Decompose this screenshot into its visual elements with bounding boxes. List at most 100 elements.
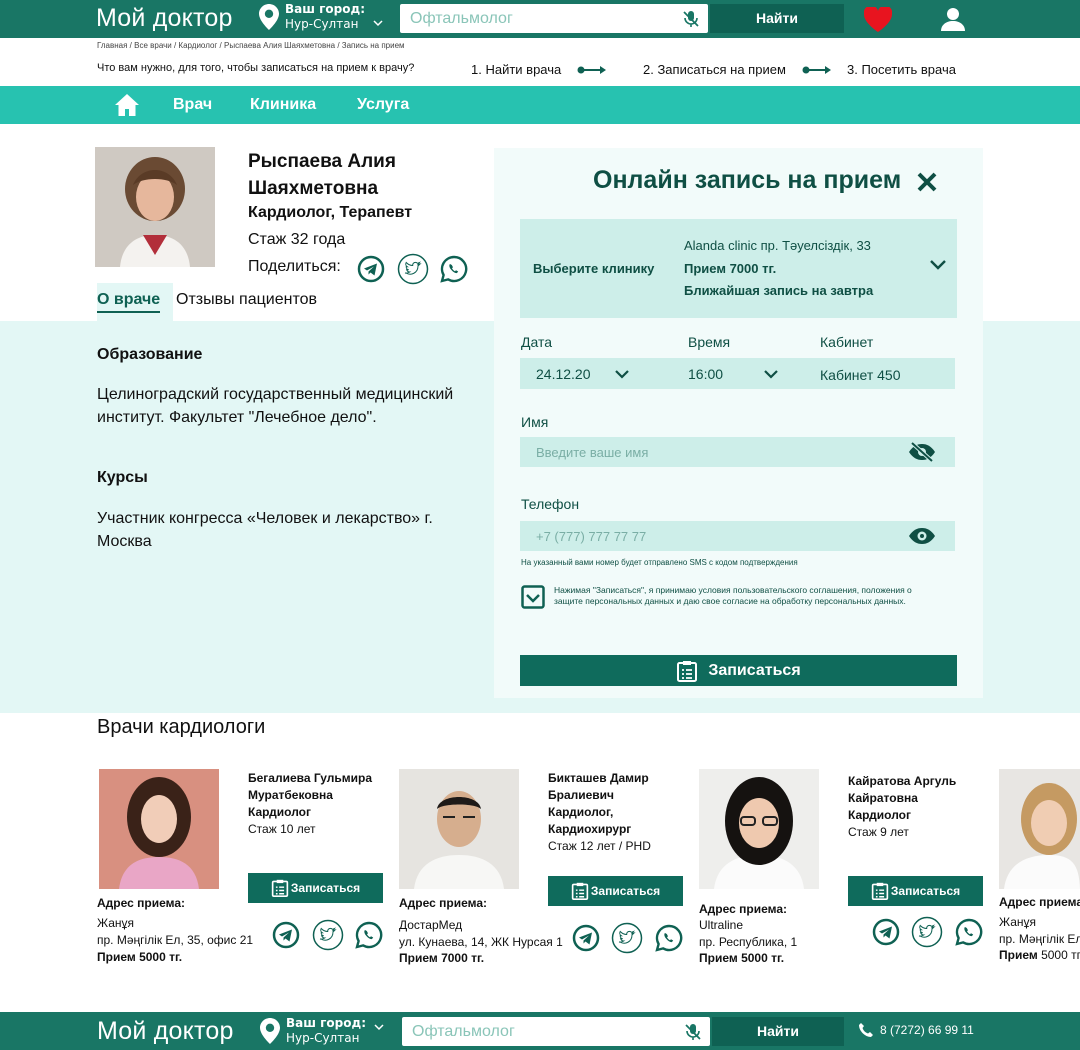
breadcrumb[interactable]: Главная / Все врачи / Кардиолог / Рыспае…	[97, 41, 405, 50]
whatsapp-icon[interactable]	[955, 918, 983, 946]
clipboard-icon	[871, 882, 889, 900]
city-value: Нур-Султан	[285, 17, 359, 31]
name-label: Имя	[521, 414, 549, 430]
card-book-label: Записаться	[590, 884, 661, 898]
doctor-specialty: Кардиолог, Терапевт	[248, 204, 413, 221]
city-selector[interactable]: Ваш город: Нур-Султан	[259, 2, 383, 32]
clinic-select-label: Выберите клинику	[533, 261, 655, 276]
main-nav: Врач Клиника Услуга	[0, 86, 1080, 124]
card-price: Прием 7000 тг.	[399, 951, 485, 965]
card-address: ул. Кунаева, 14, ЖК Нурсая 1	[399, 935, 563, 949]
share-label: Поделиться:	[248, 258, 341, 275]
card-doctor-name[interactable]: Кайратова Аргуль Кайратовна Кардиолог	[848, 773, 978, 824]
card-clinic: Ultraline	[699, 918, 744, 932]
chevron-down-icon	[374, 1024, 384, 1031]
card-doctor-exp: Стаж 9 лет	[848, 825, 909, 839]
heart-icon[interactable]	[864, 7, 892, 32]
footer-phone[interactable]: 8 (7272) 66 99 11	[858, 1022, 974, 1038]
chevron-down-icon[interactable]	[929, 259, 947, 271]
eye-icon[interactable]	[907, 525, 937, 547]
card-clinic: Жанұя	[97, 916, 135, 930]
phone-input[interactable]	[520, 521, 900, 551]
footer-city-selector[interactable]: Ваш город: Нур-Султан	[260, 1016, 384, 1046]
nav-service[interactable]: Услуга	[357, 96, 409, 114]
twitter-icon[interactable]	[911, 916, 943, 948]
phone-icon	[859, 1023, 873, 1037]
twitter-icon[interactable]	[397, 253, 429, 285]
clipboard-icon	[677, 660, 698, 682]
doctor-portrait-icon	[99, 769, 219, 889]
date-label: Дата	[521, 334, 553, 350]
search-input[interactable]	[400, 4, 670, 33]
footer-bar: Мой доктор Ваш город: Нур-Султан Найти 8…	[0, 1012, 1080, 1050]
footer-logo[interactable]: Мой доктор	[97, 1017, 234, 1046]
card-address-label: Адрес приема:	[399, 896, 487, 910]
chevron-down-icon[interactable]	[614, 369, 630, 379]
agreement-checkbox[interactable]	[521, 585, 545, 609]
card-address-label: Адрес приема:	[97, 896, 185, 910]
telegram-icon[interactable]	[872, 918, 900, 946]
doctor-card-photo[interactable]	[699, 769, 819, 889]
name-input[interactable]	[520, 437, 900, 467]
doctor-card-photo[interactable]	[999, 769, 1080, 889]
doctor-card-photo[interactable]	[99, 769, 219, 889]
doctor-card-photo[interactable]	[399, 769, 519, 889]
steps-question: Что вам нужно, для того, чтобы записатьс…	[97, 62, 415, 74]
card-book-button[interactable]: Записаться	[848, 876, 983, 906]
clinic-address: Alanda clinic пр. Тәуелсіздік, 33	[684, 238, 871, 253]
tab-about[interactable]: О враче	[97, 283, 173, 321]
mic-off-icon[interactable]	[682, 10, 700, 28]
card-doctor-name[interactable]: Бикташев Дамир Бралиевич Кардиолог, Кард…	[548, 770, 678, 838]
twitter-icon[interactable]	[312, 919, 344, 951]
whatsapp-icon[interactable]	[355, 921, 383, 949]
user-icon[interactable]	[941, 7, 965, 31]
card-price: Прием 5000 тг.	[699, 951, 785, 965]
phone-field-wrap	[520, 521, 955, 551]
card-clinic: Жанұя	[999, 915, 1037, 929]
chevron-down-icon	[373, 20, 383, 27]
footer-find-button[interactable]: Найти	[712, 1017, 844, 1046]
logo[interactable]: Мой доктор	[96, 4, 233, 33]
time-select[interactable]: 16:00	[688, 366, 723, 382]
card-doctor-name[interactable]: Бегалиева Гульмира Муратбековна Кардиоло…	[248, 770, 378, 821]
close-icon[interactable]	[916, 171, 938, 193]
footer-search-input[interactable]	[402, 1017, 672, 1046]
clipboard-icon	[271, 879, 289, 897]
tab-about-label: О враче	[97, 291, 161, 313]
doctor-portrait-icon	[699, 769, 819, 889]
card-doctor-exp: Стаж 10 лет	[248, 822, 316, 836]
footer-city-value: Нур-Султан	[286, 1031, 360, 1045]
card-clinic: ДостарМед	[399, 918, 463, 932]
phone-label: Телефон	[521, 496, 580, 512]
agreement-text: Нажимая "Записаться", я принимаю условия…	[554, 585, 912, 606]
nav-doctor[interactable]: Врач	[173, 96, 212, 114]
whatsapp-icon[interactable]	[655, 924, 683, 952]
card-price: Прием 5000 тг.	[999, 948, 1080, 962]
eye-off-icon[interactable]	[907, 441, 937, 463]
doctor-portrait-icon	[399, 769, 519, 889]
card-address-label: Адрес приема:	[699, 902, 787, 916]
doctor-portrait-icon	[95, 147, 215, 267]
card-address: пр. Мәңгілік Ел, 35, офис 21	[97, 933, 254, 947]
card-address-label: Адрес приема:	[999, 895, 1080, 909]
chevron-down-icon[interactable]	[763, 369, 779, 379]
telegram-icon[interactable]	[272, 921, 300, 949]
card-book-button[interactable]: Записаться	[548, 876, 683, 906]
room-value: Кабинет 450	[820, 367, 901, 383]
home-icon[interactable]	[115, 94, 139, 116]
telegram-icon[interactable]	[572, 924, 600, 952]
date-select[interactable]: 24.12.20	[536, 366, 591, 382]
nav-clinic[interactable]: Клиника	[250, 96, 316, 114]
location-pin-icon	[260, 1018, 280, 1044]
education-text: Целиноградский государственный медицинск…	[97, 386, 454, 426]
sms-note: На указанный вами номер будет отправлено…	[521, 558, 798, 567]
mic-off-icon[interactable]	[684, 1023, 702, 1041]
whatsapp-icon[interactable]	[440, 255, 468, 283]
submit-booking-button[interactable]: Записаться	[520, 655, 957, 686]
card-book-button[interactable]: Записаться	[248, 873, 383, 903]
telegram-icon[interactable]	[357, 255, 385, 283]
tab-reviews[interactable]: Отзывы пациентов	[176, 291, 317, 309]
twitter-icon[interactable]	[611, 922, 643, 954]
card-doctor-exp: Стаж 12 лет / PHD	[548, 839, 651, 853]
find-button[interactable]: Найти	[710, 4, 844, 33]
